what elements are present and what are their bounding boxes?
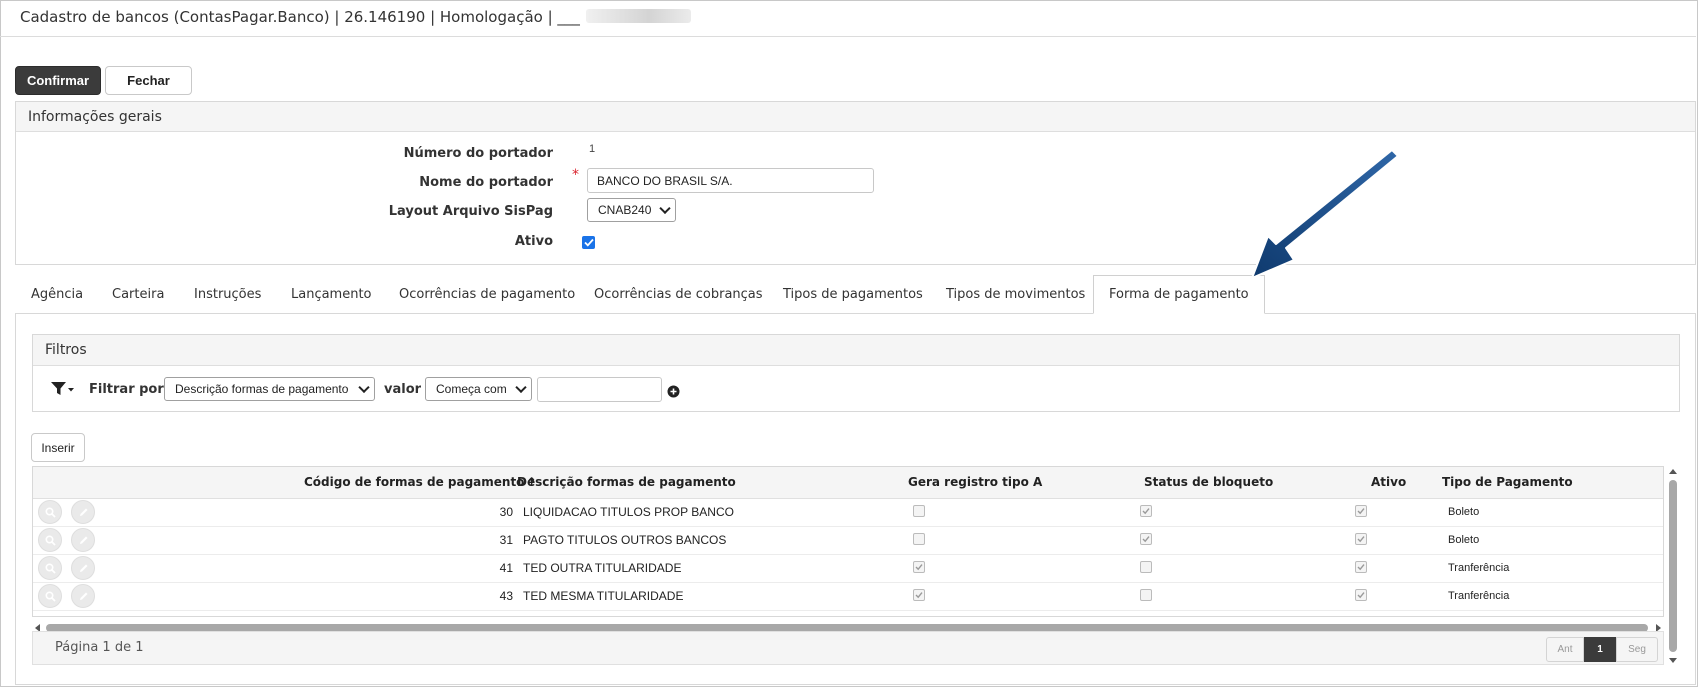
close-button[interactable]: Fechar xyxy=(105,66,192,95)
edit-icon[interactable] xyxy=(71,500,95,524)
tab-agencia[interactable]: Agência xyxy=(31,275,83,313)
table-header: Código de formas de pagamento ↑ Descrição… xyxy=(33,467,1663,499)
chevron-down-icon xyxy=(358,381,370,394)
cell-descricao: PAGTO TITULOS OUTROS BANCOS xyxy=(523,533,727,547)
cell-status-bloqueto-checkbox xyxy=(1140,589,1152,601)
filter-operator-value: Começa com xyxy=(436,382,507,396)
tab-instrucoes[interactable]: Instruções xyxy=(194,275,261,313)
cell-status-bloqueto-checkbox xyxy=(1140,561,1152,573)
tab-tipos-pagamentos[interactable]: Tipos de pagamentos xyxy=(783,275,923,313)
filter-operator-select[interactable]: Começa com xyxy=(425,377,532,401)
cell-codigo: 31 xyxy=(499,533,513,547)
filter-value-input[interactable] xyxy=(537,377,662,402)
filter-icon[interactable] xyxy=(51,381,75,397)
col-descricao[interactable]: Descrição formas de pagamento xyxy=(517,467,736,498)
nome-label: Nome do portador xyxy=(419,175,553,190)
cell-gera-registro-checkbox xyxy=(913,561,925,573)
cell-tipo-pagamento: Tranferência xyxy=(1448,562,1510,574)
vertical-scrollbar[interactable] xyxy=(1668,466,1678,666)
col-gera-registro[interactable]: Gera registro tipo A xyxy=(908,467,1042,498)
view-icon[interactable] xyxy=(38,500,62,524)
nome-input[interactable]: BANCO DO BRASIL S/A. xyxy=(587,168,874,193)
cell-status-bloqueto-checkbox xyxy=(1140,505,1152,517)
col-tipo-pagamento[interactable]: Tipo de Pagamento xyxy=(1442,467,1573,498)
cell-ativo-checkbox xyxy=(1355,505,1367,517)
table-row[interactable]: 30 LIQUIDACAO TITULOS PROP BANCO Boleto xyxy=(33,498,1663,527)
tab-ocorrencias-pagamento[interactable]: Ocorrências de pagamento xyxy=(399,275,575,313)
insert-button[interactable]: Inserir xyxy=(31,433,85,462)
edit-icon[interactable] xyxy=(71,584,95,608)
confirm-button[interactable]: Confirmar xyxy=(15,66,101,95)
cell-descricao: TED MESMA TITULARIDADE xyxy=(523,589,684,603)
tab-lancamento[interactable]: Lançamento xyxy=(291,275,372,313)
layout-select[interactable]: CNAB240 xyxy=(587,198,676,222)
edit-icon[interactable] xyxy=(71,556,95,580)
filter-by-label: Filtrar por xyxy=(89,382,164,397)
filter-field-value: Descrição formas de pagamento xyxy=(175,382,349,396)
add-filter-icon[interactable] xyxy=(667,383,680,398)
view-icon[interactable] xyxy=(38,528,62,552)
cell-ativo-checkbox xyxy=(1355,561,1367,573)
redacted-text xyxy=(585,9,691,23)
cell-tipo-pagamento: Tranferência xyxy=(1448,590,1510,602)
chevron-down-icon xyxy=(515,381,527,394)
page-info: Página 1 de 1 xyxy=(55,640,144,655)
cell-tipo-pagamento: Boleto xyxy=(1448,534,1480,546)
cell-tipo-pagamento: Boleto xyxy=(1448,506,1480,518)
tab-ocorrencias-cobrancas[interactable]: Ocorrências de cobranças xyxy=(594,275,763,313)
view-icon[interactable] xyxy=(38,584,62,608)
title-divider xyxy=(0,36,1696,37)
chevron-down-icon xyxy=(659,202,671,215)
col-codigo[interactable]: Código de formas de pagamento ↑ xyxy=(304,467,537,498)
current-page-button[interactable]: 1 xyxy=(1584,637,1616,662)
col-status-bloqueto[interactable]: Status de bloqueto xyxy=(1144,467,1273,498)
next-page-button[interactable]: Seg xyxy=(1616,637,1658,662)
cell-codigo: 30 xyxy=(499,505,513,519)
payment-forms-table: Código de formas de pagamento ↑ Descrição… xyxy=(32,466,1664,617)
cell-gera-registro-checkbox xyxy=(913,505,925,517)
cell-descricao: LIQUIDACAO TITULOS PROP BANCO xyxy=(523,505,734,519)
window-title: Cadastro de bancos (ContasPagar.Banco) |… xyxy=(20,8,691,26)
filter-field-select[interactable]: Descrição formas de pagamento xyxy=(164,377,375,401)
table-row[interactable]: 41 TED OUTRA TITULARIDADE Tranferência xyxy=(33,554,1663,583)
col-ativo[interactable]: Ativo xyxy=(1371,467,1406,498)
view-icon[interactable] xyxy=(38,556,62,580)
numero-label: Número do portador xyxy=(403,146,553,161)
table-row[interactable]: 31 PAGTO TITULOS OUTROS BANCOS Boleto xyxy=(33,526,1663,555)
cell-descricao: TED OUTRA TITULARIDADE xyxy=(523,561,682,575)
layout-select-value: CNAB240 xyxy=(598,203,652,217)
tab-bar: Agência Carteira Instruções Lançamento O… xyxy=(15,275,1695,314)
cell-ativo-checkbox xyxy=(1355,533,1367,545)
cell-gera-registro-checkbox xyxy=(913,533,925,545)
filters-title: Filtros xyxy=(33,335,1679,366)
numero-value: 1 xyxy=(589,143,596,155)
tab-tipos-movimentos[interactable]: Tipos de movimentos xyxy=(946,275,1085,313)
tab-carteira[interactable]: Carteira xyxy=(112,275,164,313)
layout-label: Layout Arquivo SisPag xyxy=(388,204,553,219)
cell-ativo-checkbox xyxy=(1355,589,1367,601)
prev-page-button[interactable]: Ant xyxy=(1546,637,1584,662)
ativo-label: Ativo xyxy=(514,234,553,249)
required-marker: * xyxy=(572,167,579,183)
horizontal-scrollbar[interactable] xyxy=(32,619,1664,632)
table-footer xyxy=(32,631,1664,665)
cell-status-bloqueto-checkbox xyxy=(1140,533,1152,545)
tab-forma-pagamento[interactable]: Forma de pagamento xyxy=(1093,275,1265,314)
cell-gera-registro-checkbox xyxy=(913,589,925,601)
annotation-arrow xyxy=(1251,149,1399,279)
edit-icon[interactable] xyxy=(71,528,95,552)
table-row[interactable]: 43 TED MESMA TITULARIDADE Tranferência xyxy=(33,582,1663,611)
general-info-title: Informações gerais xyxy=(16,102,1695,132)
cell-codigo: 43 xyxy=(499,589,513,603)
cell-codigo: 41 xyxy=(499,561,513,575)
ativo-checkbox[interactable] xyxy=(582,236,595,249)
valor-label: valor xyxy=(384,382,422,397)
